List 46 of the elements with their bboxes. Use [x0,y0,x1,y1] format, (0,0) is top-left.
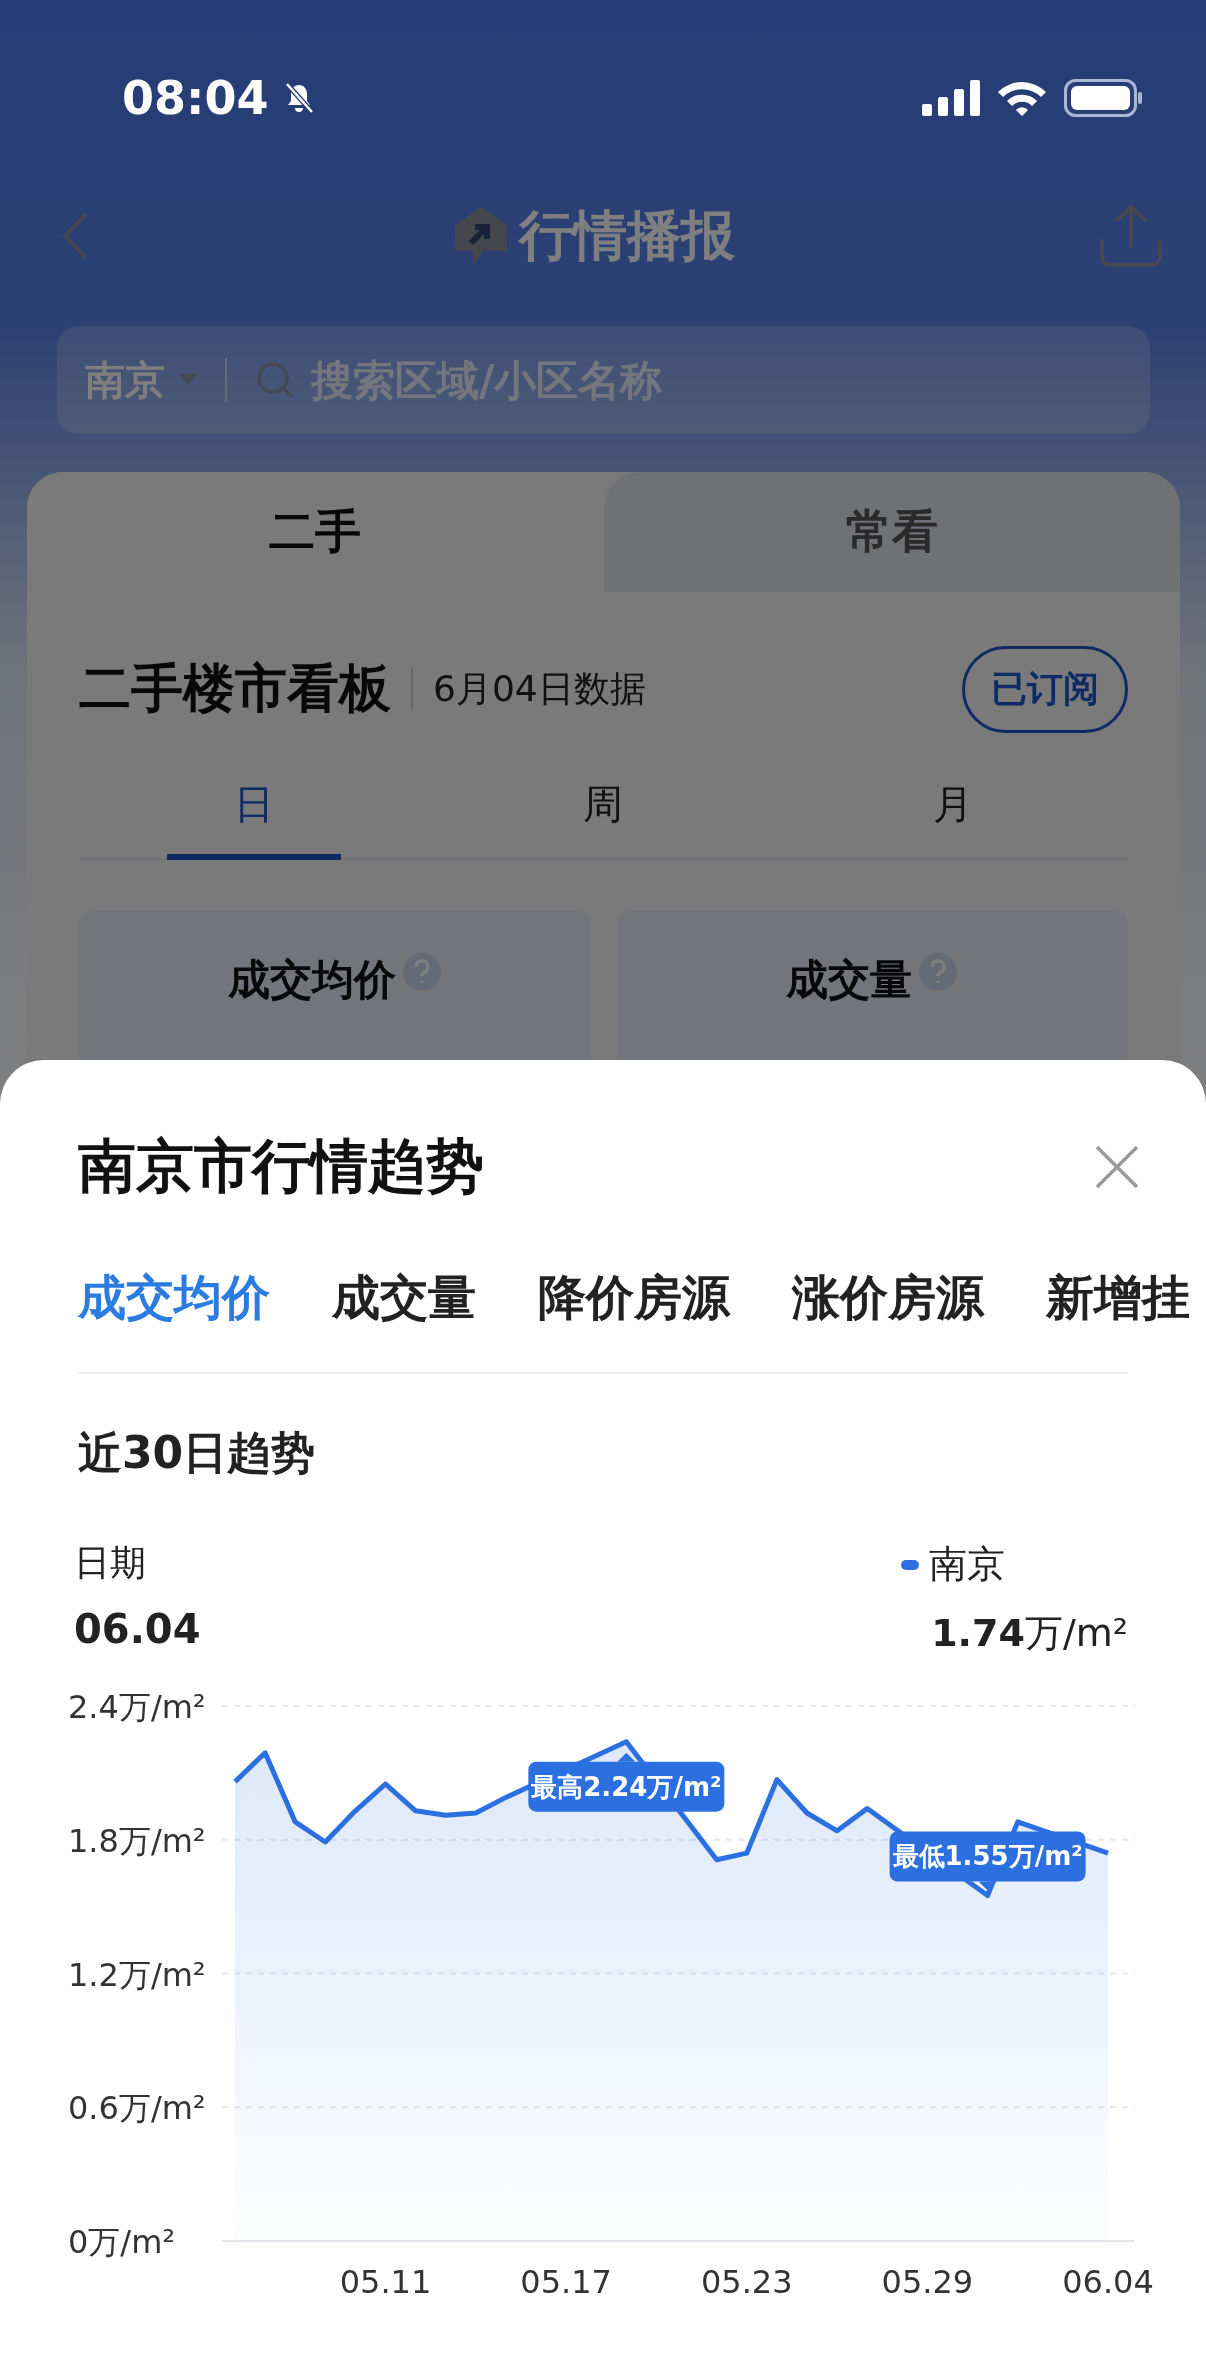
caret-icon [179,374,197,386]
y-axis-label: 1.8万/m² [68,1821,206,1860]
sheet-title: 南京市行情趋势 [78,1131,484,1202]
date-label: 日期 [74,1541,147,1585]
y-axis-label: 0万/m² [68,2223,176,2261]
section-title: 近30日趋势 [78,1426,317,1480]
back-icon[interactable] [60,211,90,261]
page-title: 行情播报 [519,202,735,269]
board-title: 二手楼市看板 [79,657,391,720]
period-tab[interactable]: 月 [866,759,1041,860]
x-axis-label: 05.11 [339,2263,432,2301]
stat-label: 成交量 [786,954,913,1006]
legend-label: 南京 [929,1541,1006,1588]
signal-icon [922,80,980,116]
bell-slash-icon [284,82,315,114]
wifi-icon [996,79,1048,117]
x-axis-label: 05.23 [700,2263,793,2301]
share-icon[interactable] [1098,203,1164,269]
x-axis-label: 05.29 [881,2263,974,2301]
metric-tab[interactable]: 降价房源 [538,1266,730,1330]
period-tab[interactable]: 周 [516,759,691,860]
y-axis-label: 1.2万/m² [68,1955,206,1994]
current-price: 1.74万/m² [931,1610,1128,1657]
stat-label: 成交均价 [227,954,396,1006]
y-axis-label: 0.6万/m² [68,2089,206,2128]
x-axis-label: 06.04 [1062,2263,1154,2301]
annotation: 最低1.55万/m² [891,1841,1083,1872]
annotation: 最高2.24万/m² [530,1771,722,1802]
board-tab[interactable]: 常看 [603,472,1180,592]
help-icon[interactable] [401,952,442,992]
close-icon[interactable] [1094,1144,1140,1190]
x-axis-label: 05.17 [520,2263,612,2301]
metric-tab[interactable]: 成交均价 [78,1266,270,1330]
search-icon [255,360,295,400]
subscribed-button[interactable]: 已订阅 [962,645,1128,733]
period-tab[interactable]: 日 [166,759,341,860]
y-axis-label: 2.4万/m² [68,1688,206,1726]
date-value: 06.04 [74,1606,201,1652]
logo-icon [453,205,509,267]
help-icon[interactable] [918,952,959,992]
status-time: 08:04 [122,71,269,125]
data-date: 6月04日数据 [433,666,646,711]
metric-tab[interactable]: 涨价房源 [792,1266,984,1330]
metric-tab[interactable]: 成交量 [332,1266,476,1330]
metric-tab[interactable]: 新增挂 [1046,1266,1190,1330]
battery-icon [1064,79,1144,117]
